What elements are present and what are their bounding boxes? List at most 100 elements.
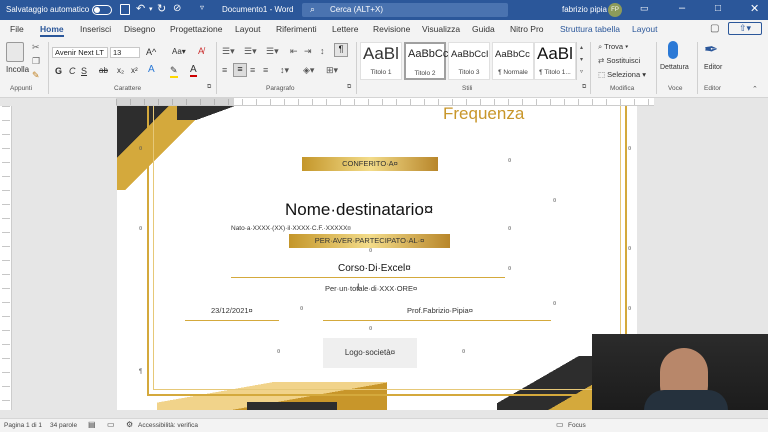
tab-review[interactable]: Revisione	[373, 24, 410, 34]
decrease-indent-icon[interactable]: ⇤	[290, 46, 298, 57]
bullets-icon[interactable]: ☰▾	[222, 46, 235, 57]
tab-table-design[interactable]: Struttura tabella	[560, 24, 620, 34]
word-count[interactable]: 34 parole	[50, 422, 77, 429]
line-spacing-icon[interactable]: ↕▾	[280, 65, 289, 76]
style-title-1[interactable]: AaBl ¶ Titolo 1...	[534, 42, 576, 80]
paste-icon[interactable]	[6, 42, 24, 62]
bold-icon[interactable]: G	[55, 66, 62, 76]
tab-view[interactable]: Visualizza	[422, 24, 460, 34]
autosave-toggle[interactable]	[92, 5, 112, 15]
document-page[interactable]: Frequenza CONFERITO·A¤ Nome·destinatario…	[117, 106, 637, 410]
select-button[interactable]: ⬚ Seleziona ▾	[598, 70, 646, 79]
customize-toolbar-icon[interactable]: ▿	[200, 3, 204, 12]
change-case-icon[interactable]: Aa▾	[172, 47, 186, 56]
save-icon[interactable]	[120, 4, 130, 15]
font-name-select[interactable]: Avenir Next LT	[52, 47, 108, 58]
date-text[interactable]: 23/12/2021¤	[211, 306, 253, 315]
shading-icon[interactable]: ◈▾	[303, 65, 314, 76]
conferred-banner[interactable]: CONFERITO·A¤	[302, 157, 438, 171]
clear-formatting-icon[interactable]: A̸	[198, 46, 204, 56]
total-hours[interactable]: Per·un·totale·di·XXX·ORE¤	[325, 284, 417, 293]
teacher-name[interactable]: Prof.Fabrizio·Pipia¤	[407, 306, 473, 315]
tab-file[interactable]: File	[10, 24, 24, 34]
user-name[interactable]: fabrizio pipia	[562, 5, 607, 14]
dictate-button[interactable]: Dettatura	[660, 64, 689, 71]
paragraph-dialog-launcher-icon[interactable]: ⧉	[347, 84, 351, 91]
birth-info[interactable]: Nato·a·XXXX·(XX)·il·XXXX·C.F.·XXXXX¤	[231, 225, 351, 232]
tab-references[interactable]: Riferimenti	[276, 24, 317, 34]
multilevel-list-icon[interactable]: ☰▾	[266, 46, 279, 57]
find-button[interactable]: ⌕ Trova ▾	[598, 42, 628, 52]
italic-icon[interactable]: C	[69, 66, 76, 76]
strikethrough-icon[interactable]: ab	[99, 66, 108, 75]
macro-icon[interactable]: ▭	[107, 420, 115, 429]
tab-insert[interactable]: Inserisci	[80, 24, 111, 34]
focus-icon[interactable]: ▭	[556, 420, 564, 429]
search-box[interactable]: ⌕ Cerca (ALT+X)	[302, 3, 508, 17]
format-painter-icon[interactable]: ✎	[32, 70, 40, 81]
style-heading-1[interactable]: AaBl Titolo 1	[360, 42, 402, 80]
cut-icon[interactable]: ✂	[32, 42, 40, 53]
undo-dropdown-icon[interactable]: ▾	[149, 5, 153, 13]
justify-icon[interactable]: ≡	[263, 65, 268, 75]
comments-icon[interactable]: ▢	[710, 23, 719, 34]
redo-icon[interactable]: ↻	[157, 2, 166, 15]
microphone-icon[interactable]	[668, 41, 678, 59]
highlight-icon[interactable]: ✎	[170, 65, 178, 78]
show-formatting-icon[interactable]: ¶	[334, 43, 348, 57]
font-dialog-launcher-icon[interactable]: ⧉	[207, 84, 211, 91]
touch-mode-icon[interactable]: ⊘	[173, 3, 181, 14]
align-right-icon[interactable]: ≡	[250, 65, 255, 75]
underline-icon[interactable]: S	[81, 66, 87, 76]
align-left-icon[interactable]: ≡	[222, 65, 227, 75]
increase-indent-icon[interactable]: ⇥	[304, 46, 312, 57]
style-normal[interactable]: AaBbCc ¶ Normale	[492, 42, 534, 80]
accessibility-status[interactable]: Accessibilità: verifica	[138, 422, 198, 429]
subscript-icon[interactable]: x₂	[117, 66, 124, 75]
superscript-icon[interactable]: x²	[131, 66, 138, 75]
tab-table-layout[interactable]: Layout	[632, 24, 658, 34]
ribbon-options-icon[interactable]: ▭	[640, 3, 649, 14]
course-name[interactable]: Corso·Di·Excel¤	[338, 263, 411, 274]
styles-dialog-launcher-icon[interactable]: ⧉	[582, 84, 586, 91]
tab-layout[interactable]: Layout	[235, 24, 261, 34]
paste-button[interactable]: Incolla	[6, 65, 29, 74]
minimize-icon[interactable]: –	[679, 2, 685, 14]
tab-help[interactable]: Guida	[472, 24, 495, 34]
tab-draw[interactable]: Disegno	[124, 24, 155, 34]
close-icon[interactable]: ✕	[750, 2, 759, 15]
proofing-icon[interactable]: ▤	[88, 420, 96, 429]
collapse-ribbon-icon[interactable]: ⌃	[752, 85, 758, 93]
focus-label[interactable]: Focus	[568, 422, 586, 429]
editor-icon[interactable]: ✒	[704, 40, 718, 60]
horizontal-ruler[interactable]	[116, 98, 654, 106]
avatar[interactable]: FP	[608, 3, 622, 17]
style-heading-3[interactable]: AaBbCcI Titolo 3	[448, 42, 490, 80]
grow-font-icon[interactable]: A^	[146, 47, 156, 57]
document-area[interactable]: Frequenza CONFERITO·A¤ Nome·destinatario…	[12, 106, 768, 410]
copy-icon[interactable]: ❐	[32, 56, 40, 67]
share-button[interactable]: ⇧▾	[728, 22, 762, 35]
undo-icon[interactable]: ↶	[136, 2, 145, 15]
replace-button[interactable]: ⇄ Sostituisci	[598, 56, 640, 65]
vertical-ruler[interactable]	[0, 106, 12, 410]
style-heading-2[interactable]: AaBbCc Titolo 2	[404, 42, 448, 80]
editor-button[interactable]: Editor	[704, 64, 722, 71]
accessibility-icon[interactable]: ⚙	[126, 420, 133, 429]
tab-mailings[interactable]: Lettere	[332, 24, 358, 34]
recipient-name[interactable]: Nome·destinatario¤	[285, 200, 433, 220]
tab-design[interactable]: Progettazione	[170, 24, 222, 34]
page-count[interactable]: Pagina 1 di 1	[4, 422, 42, 429]
tab-home[interactable]: Home	[40, 24, 64, 34]
tab-nitro-pro[interactable]: Nitro Pro	[510, 24, 544, 34]
font-size-select[interactable]: 13	[110, 47, 140, 58]
font-color-icon[interactable]: A	[190, 64, 197, 77]
company-logo-placeholder[interactable]: Logo·società¤	[323, 338, 417, 368]
borders-icon[interactable]: ⊞▾	[326, 65, 338, 76]
frequency-title[interactable]: Frequenza	[443, 106, 524, 124]
maximize-icon[interactable]: □	[715, 3, 721, 14]
participation-banner[interactable]: PER·AVER·PARTECIPATO·AL·¤	[289, 234, 450, 248]
align-center-icon[interactable]: ≡	[233, 63, 247, 77]
styles-scroll[interactable]: ▴ ▾ ▿	[576, 42, 586, 80]
numbering-icon[interactable]: ☰▾	[244, 46, 257, 57]
